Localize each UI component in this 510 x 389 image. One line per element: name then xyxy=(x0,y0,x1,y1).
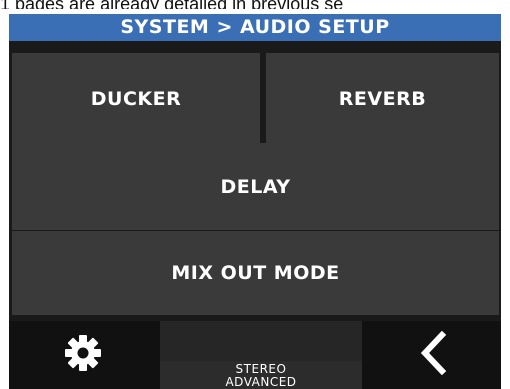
mode-display-panel xyxy=(160,321,362,361)
page-title: SYSTEM > AUDIO SETUP xyxy=(9,14,501,41)
bottom-toolbar: STEREO ADVANCED xyxy=(9,321,501,389)
back-button[interactable] xyxy=(366,321,501,389)
page-caption-fragment: 1 pages are already detailed in previous… xyxy=(0,0,510,9)
reverb-button-label: REVERB xyxy=(338,87,427,110)
mix-out-mode-button-label: MIX OUT MODE xyxy=(171,262,340,284)
device-screen: SYSTEM > AUDIO SETUP DUCKER REVERB DELAY… xyxy=(9,14,501,389)
chevron-left-icon xyxy=(416,330,452,379)
delay-button-label: DELAY xyxy=(220,175,291,198)
mode-line-2: ADVANCED xyxy=(225,375,297,389)
settings-button[interactable] xyxy=(9,321,156,389)
mix-out-mode-button[interactable]: MIX OUT MODE xyxy=(12,231,499,315)
mix-mode-status: STEREO ADVANCED xyxy=(160,321,362,389)
ducker-button-label: DUCKER xyxy=(90,87,182,110)
gear-icon xyxy=(63,333,103,377)
delay-button[interactable]: DELAY xyxy=(12,143,499,230)
reverb-button[interactable]: REVERB xyxy=(266,53,499,144)
ducker-button[interactable]: DUCKER xyxy=(12,53,260,144)
